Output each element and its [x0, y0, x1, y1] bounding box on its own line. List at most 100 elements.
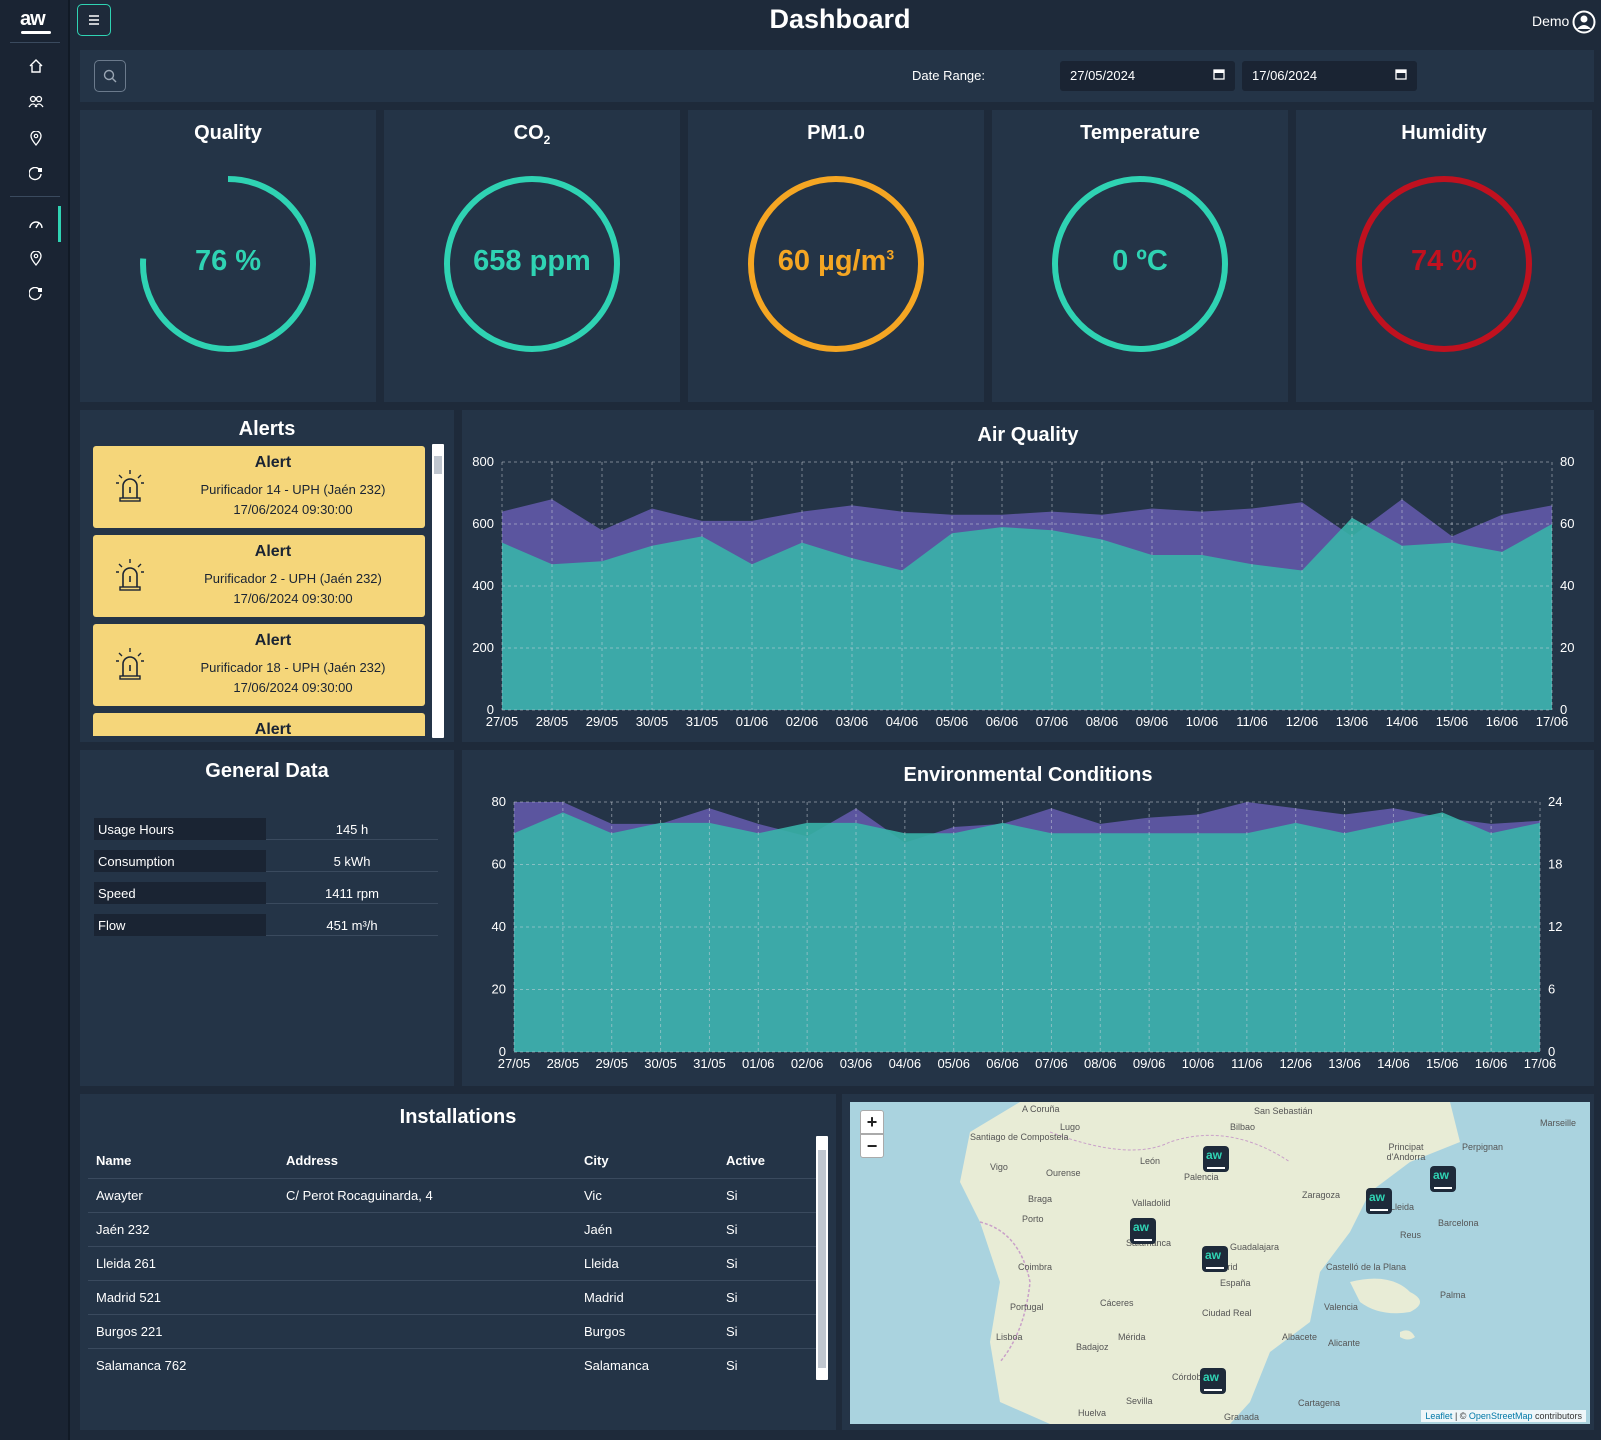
scroll-thumb[interactable] — [434, 456, 442, 474]
x-tick-label: 03/06 — [836, 714, 869, 729]
y-tick-label: 60 — [492, 857, 506, 872]
x-tick-label: 06/06 — [986, 714, 1019, 729]
x-tick-label: 28/05 — [547, 1056, 580, 1071]
x-tick-label: 11/06 — [1231, 1056, 1263, 1071]
calendar-icon[interactable] — [1213, 68, 1225, 83]
x-tick-label: 08/06 — [1086, 714, 1119, 729]
sidebar-active-indicator — [58, 206, 61, 242]
end-date-input[interactable]: 17/06/2024 — [1242, 61, 1417, 91]
map-label: Palencia — [1184, 1172, 1219, 1182]
y2-tick-label: 60 — [1560, 516, 1574, 531]
hamburger-icon — [89, 15, 99, 25]
general-data-title: General Data — [205, 760, 329, 782]
kpi-value: 76 % — [194, 245, 262, 277]
map-label: Castelló de la Plana — [1326, 1262, 1407, 1272]
alert-device: Purificador 18 - UPH (Jaén 232) — [200, 660, 386, 675]
alerts-title: Alerts — [238, 418, 296, 440]
kpi-co2: CO2 658 ppm — [384, 110, 680, 402]
map-label: Ourense — [1046, 1168, 1081, 1178]
x-tick-label: 30/05 — [644, 1056, 677, 1071]
gauge-icon[interactable] — [26, 214, 46, 234]
x-tick-label: 28/05 — [536, 714, 569, 729]
installations-panel: Installations Name Address City Active A… — [80, 1094, 836, 1430]
x-tick-label: 11/06 — [1236, 714, 1268, 729]
kpi-title: Humidity — [1401, 122, 1487, 144]
installation-marker[interactable]: aw — [1430, 1166, 1456, 1192]
alert-title: Alert — [254, 721, 292, 736]
x-tick-label: 12/06 — [1286, 714, 1319, 729]
installation-marker[interactable]: aw — [1202, 1246, 1228, 1272]
table-row[interactable]: Jaén 232 Jaén Si — [88, 1211, 816, 1246]
users-icon[interactable] — [26, 92, 46, 112]
search-icon — [103, 69, 117, 83]
map-label: Sevilla — [1126, 1396, 1153, 1406]
device-icon[interactable] — [26, 164, 46, 184]
alert-card[interactable]: Alert Purificador 18 - UPH (Jaén 232) 17… — [93, 624, 425, 706]
alert-title: Alert — [254, 543, 292, 560]
column-header[interactable]: Name — [88, 1144, 278, 1178]
alert-list[interactable]: Alert Purificador 14 - UPH (Jaén 232) 17… — [93, 446, 425, 736]
installations-scrollbar[interactable] — [816, 1136, 828, 1380]
y2-tick-label: 24 — [1548, 794, 1562, 809]
map-label: Ciudad Real — [1202, 1308, 1252, 1318]
user-avatar-icon[interactable] — [1572, 10, 1596, 39]
alert-device: Purificador 14 - UPH (Jaén 232) — [200, 482, 386, 497]
alert-card[interactable]: Alert Purificador 2 - UPH (Jaén 232) 17/… — [93, 535, 425, 617]
location-pin-icon[interactable] — [26, 128, 46, 148]
start-date-input[interactable]: 27/05/2024 — [1060, 61, 1235, 91]
scroll-thumb[interactable] — [818, 1150, 826, 1368]
location-pin-icon[interactable] — [26, 248, 46, 268]
home-icon[interactable] — [26, 56, 46, 76]
table-row[interactable]: Salamanca 762 Salamanca Si — [88, 1347, 816, 1382]
osm-link[interactable]: OpenStreetMap — [1469, 1411, 1533, 1421]
zoom-in-button[interactable]: + — [860, 1110, 884, 1134]
map-label: Lleida — [1390, 1202, 1415, 1212]
kpi-humidity: Humidity 74 % — [1296, 110, 1592, 402]
installation-marker[interactable]: aw — [1130, 1218, 1156, 1244]
calendar-icon[interactable] — [1395, 68, 1407, 83]
menu-toggle-button[interactable] — [77, 4, 111, 36]
x-tick-label: 29/05 — [595, 1056, 628, 1071]
column-header[interactable]: City — [576, 1144, 718, 1178]
leaflet-link[interactable]: Leaflet — [1425, 1411, 1452, 1421]
installations-map[interactable]: + − A Coruña Lugo Santiago de Compostela… — [850, 1102, 1590, 1424]
alerts-panel: Alerts Alert Purificador 14 - UPH (Jaén … — [80, 410, 454, 742]
user-name[interactable]: Demo — [1532, 13, 1569, 29]
map-label: Huelva — [1078, 1408, 1107, 1418]
installation-marker[interactable]: aw — [1203, 1146, 1229, 1172]
installation-marker[interactable]: aw — [1200, 1368, 1226, 1394]
alert-card[interactable]: Alert — [93, 713, 425, 736]
kpi-title: CO2 — [513, 122, 551, 147]
device-icon[interactable] — [26, 284, 46, 304]
sidebar: aw — [0, 0, 70, 1440]
table-row[interactable]: Lleida 261 Lleida Si — [88, 1245, 816, 1280]
alerts-scrollbar[interactable] — [432, 444, 444, 738]
x-tick-label: 30/05 — [636, 714, 669, 729]
y-tick-label: 600 — [472, 516, 494, 531]
general-row-usage-hours: Usage Hours 145 h — [94, 818, 438, 840]
table-row[interactable]: Burgos 221 Burgos Si — [88, 1313, 816, 1348]
map-label: Cartagena — [1298, 1398, 1341, 1408]
column-header[interactable]: Active — [718, 1144, 816, 1178]
y-tick-label: 80 — [492, 794, 506, 809]
map-label: Vigo — [990, 1162, 1008, 1172]
column-header[interactable]: Address — [278, 1144, 576, 1178]
installation-marker[interactable]: aw — [1366, 1188, 1392, 1214]
general-row-flow: Flow 451 m³/h — [94, 914, 438, 936]
table-row[interactable]: Awayter C/ Perot Rocaguinarda, 4 Vic Si — [88, 1177, 816, 1212]
app-logo[interactable]: aw — [18, 6, 54, 36]
x-tick-label: 16/06 — [1475, 1056, 1508, 1071]
map-label: Palma — [1440, 1290, 1466, 1300]
map-label: Marseille — [1540, 1118, 1577, 1128]
zoom-out-button[interactable]: − — [860, 1134, 884, 1158]
x-tick-label: 05/06 — [937, 1056, 970, 1071]
table-row[interactable]: Madrid 521 Madrid Si — [88, 1279, 816, 1314]
date-range-label: Date Range: — [912, 68, 985, 83]
y2-tick-label: 0 — [1548, 1044, 1555, 1059]
search-button[interactable] — [94, 60, 126, 92]
map-label: Portugal — [1010, 1302, 1044, 1312]
y2-tick-label: 40 — [1560, 578, 1574, 593]
map-label: Valladolid — [1132, 1198, 1171, 1208]
x-tick-label: 29/05 — [586, 714, 619, 729]
alert-card[interactable]: Alert Purificador 14 - UPH (Jaén 232) 17… — [93, 446, 425, 528]
